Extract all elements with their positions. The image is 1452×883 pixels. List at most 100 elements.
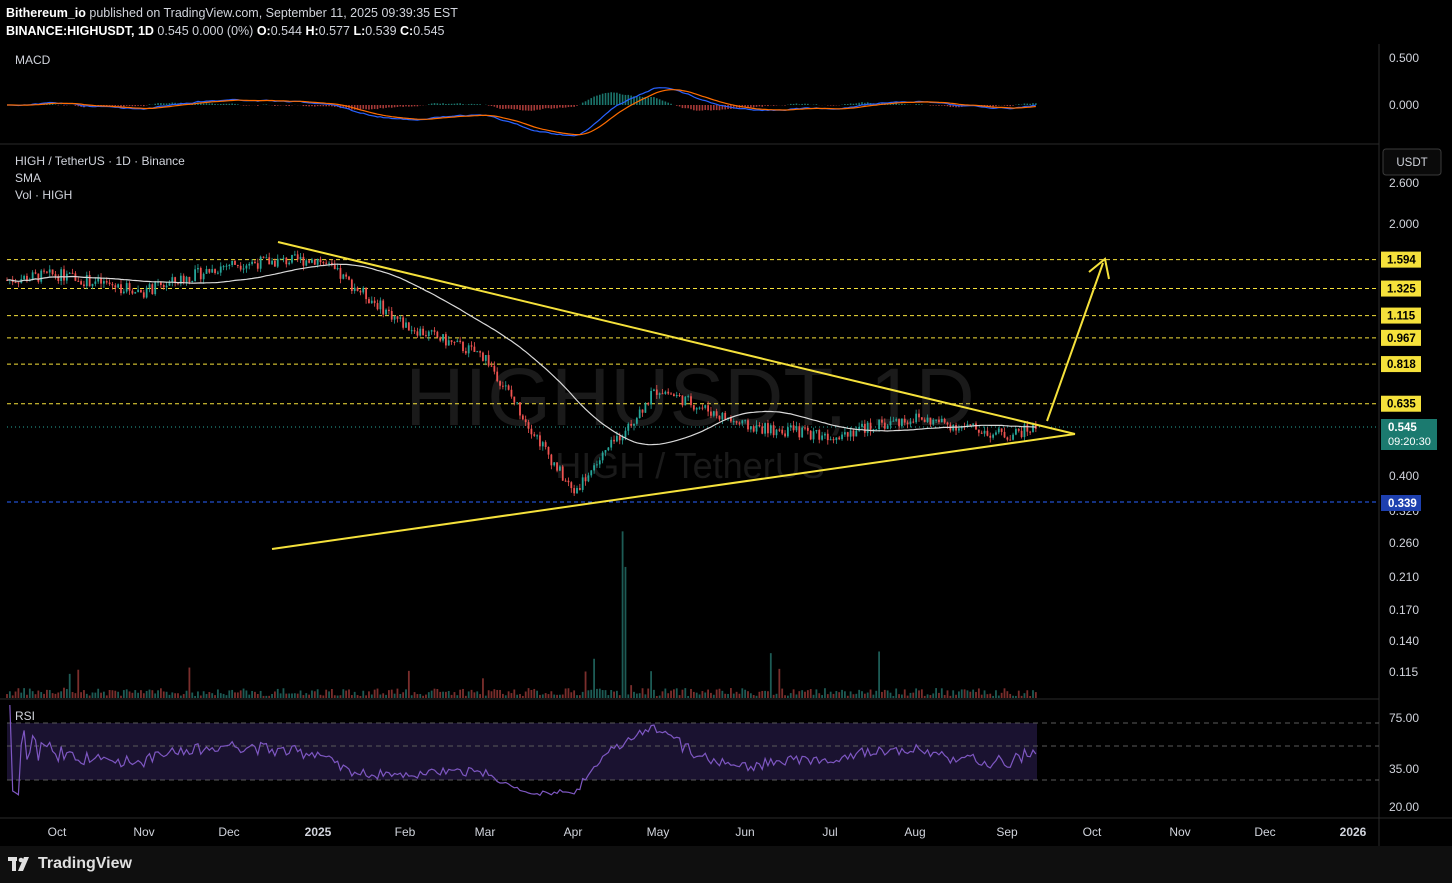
candle-body [510,389,513,397]
candle-body [214,269,216,274]
candle-body [305,260,308,266]
volume-bar [761,690,764,698]
volume-bar [165,691,168,698]
candle-body [197,267,199,270]
candle-body [513,396,516,403]
macd-hist-bar [903,104,906,105]
macd-hist-bar [165,103,168,105]
volume-bar [647,688,650,698]
volume-bar [499,689,501,698]
candle-body [279,258,282,260]
candle-body [863,423,866,433]
volume-bar [710,692,712,698]
volume-bar [826,694,829,698]
candle-body [855,430,858,437]
macd-hist-bar [487,105,490,106]
volume-bar [772,694,775,698]
candle-body [1017,429,1020,431]
macd-hist-bar [941,105,943,106]
candle-body [889,421,892,426]
candle-body [328,262,330,264]
macd-hist-bar [265,104,268,105]
candle-body [333,264,336,270]
volume-bar [787,695,789,698]
candle-body [108,282,111,285]
volume-bar [858,689,861,698]
macd-label[interactable]: MACD [15,53,51,67]
volume-bar [162,691,165,698]
candle-body [362,287,365,293]
volume-bar [17,688,20,698]
breakout-arrow-shaft[interactable] [1046,262,1104,422]
candle-body [482,352,484,361]
macd-hist-bar [784,105,786,106]
candle-body [997,428,1000,433]
candle-body [325,262,328,264]
tradingview-logo[interactable]: TradingView [8,855,132,873]
macd-hist-bar [405,105,407,107]
volume-label[interactable]: Vol · HIGH [15,188,72,202]
time-axis[interactable]: Oct Nov Dec 2025 Feb Mar Apr May Jun Jul Aug Sep Oct… [48,825,1367,839]
candle-body [781,429,784,434]
candle-body [85,274,88,287]
volume-bar [869,689,872,698]
candle-body [439,337,442,341]
volume-bar [236,692,239,698]
candle-body [83,284,85,287]
macd-hist-bar [647,97,650,105]
volume-bar [875,690,878,698]
volume-bar [160,688,162,698]
candle-body [578,488,581,490]
candle-body [40,270,43,282]
macd-hist-bar [938,105,940,106]
volume-bar [328,691,330,698]
volume-bar [610,690,613,698]
watermark-name: HIGH / TetherUS [555,445,824,486]
chart-canvas[interactable]: MACD 0.500 0.000 HIGH / TetherUS · 1D · … [0,0,1452,846]
volume-bar [818,693,821,698]
macd-hist-bar [137,105,139,106]
volume-bar [903,689,906,698]
candle-body [878,419,880,430]
macd-hist-bar [576,105,578,106]
rsi-label[interactable]: RSI [15,709,35,723]
candle-body [145,287,148,298]
volume-bar [185,690,188,698]
candle-body [655,389,658,395]
candle-body [262,256,265,258]
volume-bar [701,691,704,698]
macd-hist-bar [399,105,402,107]
macd-hist-bar [445,103,447,105]
candle-body [835,437,838,441]
candle-body [701,407,704,409]
volume-bar [613,691,615,698]
volume-bar [456,695,459,698]
sma-label[interactable]: SMA [15,171,41,185]
volume-bar [137,692,139,698]
macd-hist-bar [561,105,564,108]
candle-body [242,268,245,270]
time-tick: Apr [564,825,583,839]
macd-hist-bar [750,105,752,108]
currency-label[interactable]: USDT [1396,157,1427,169]
candle-body [1009,439,1012,441]
candle-body [747,420,749,430]
volume-bar [445,691,447,698]
candle-body [296,254,299,260]
volume-bar [690,688,692,698]
candle-body [46,271,48,273]
macd-hist-bar [439,103,441,105]
candle-body [661,393,664,395]
volume-bar [359,695,362,698]
candle-body [866,422,869,433]
volume-bar [231,689,234,698]
candle-body [738,422,741,424]
main-title[interactable]: HIGH / TetherUS · 1D · Binance [15,154,185,168]
volume-bar [695,692,698,698]
volume-bar [732,693,735,698]
macd-hist-bar [502,105,504,110]
volume-bar [992,695,994,698]
volume-bar [94,692,97,698]
rsi-tick: 75.00 [1389,711,1419,725]
candle-body [251,261,253,264]
